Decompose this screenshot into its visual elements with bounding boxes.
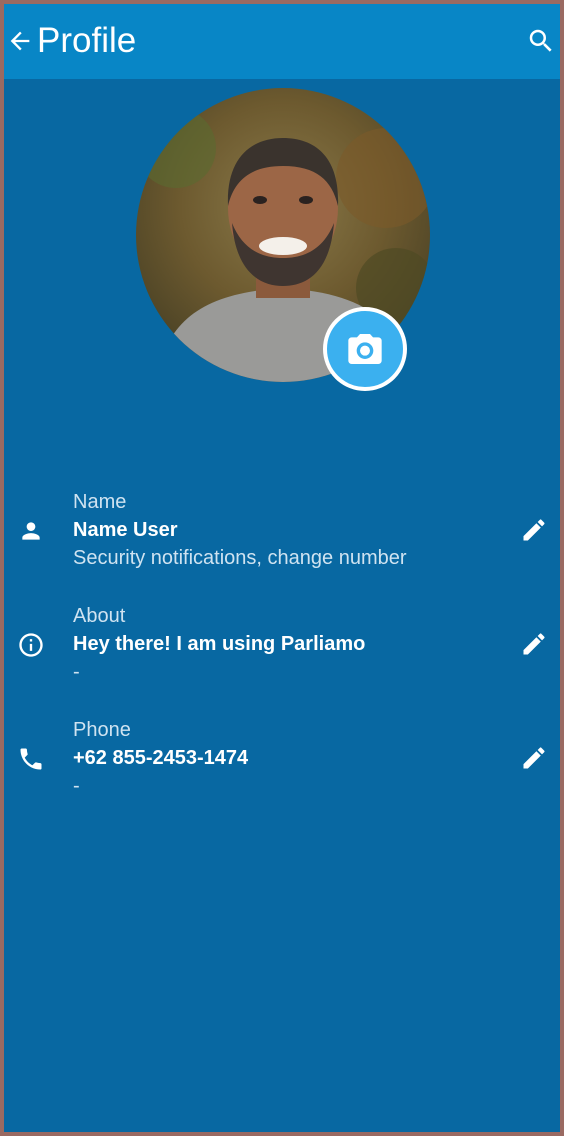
about-value: Hey there! I am using Parliamo bbox=[73, 633, 366, 655]
back-button[interactable] bbox=[4, 22, 36, 60]
app-bar: Profile bbox=[4, 4, 560, 79]
profile-row-about[interactable]: About Hey there! I am using Parliamo - bbox=[4, 604, 560, 704]
edit-name-button[interactable] bbox=[518, 514, 550, 546]
change-photo-button[interactable] bbox=[323, 307, 407, 391]
edit-pencil-icon bbox=[523, 747, 545, 769]
phone-value: +62 855-2453-1474 bbox=[73, 747, 249, 769]
search-icon bbox=[529, 29, 552, 52]
phone-icon bbox=[16, 744, 46, 774]
person-icon bbox=[16, 516, 46, 546]
about-subtitle: - bbox=[73, 661, 80, 683]
arrow-back-icon bbox=[10, 31, 30, 51]
phone-label: Phone bbox=[73, 719, 131, 741]
about-label: About bbox=[73, 605, 126, 627]
edit-pencil-icon bbox=[523, 633, 545, 655]
phone-subtitle: - bbox=[73, 775, 80, 797]
name-value: Name User bbox=[73, 519, 178, 541]
name-subtitle: Security notifications, change number bbox=[73, 547, 407, 569]
profile-row-name[interactable]: Name Name User Security notifications, c… bbox=[4, 490, 560, 590]
profile-screen: Profile Name Name User Security notifica… bbox=[4, 4, 560, 1132]
edit-about-button[interactable] bbox=[518, 628, 550, 660]
edit-phone-button[interactable] bbox=[518, 742, 550, 774]
search-button[interactable] bbox=[524, 22, 558, 60]
profile-row-phone[interactable]: Phone +62 855-2453-1474 - bbox=[4, 718, 560, 818]
name-label: Name bbox=[73, 491, 127, 513]
edit-pencil-icon bbox=[523, 519, 545, 541]
camera-icon bbox=[348, 334, 382, 364]
page-title: Profile bbox=[37, 21, 137, 60]
info-icon bbox=[16, 630, 46, 660]
